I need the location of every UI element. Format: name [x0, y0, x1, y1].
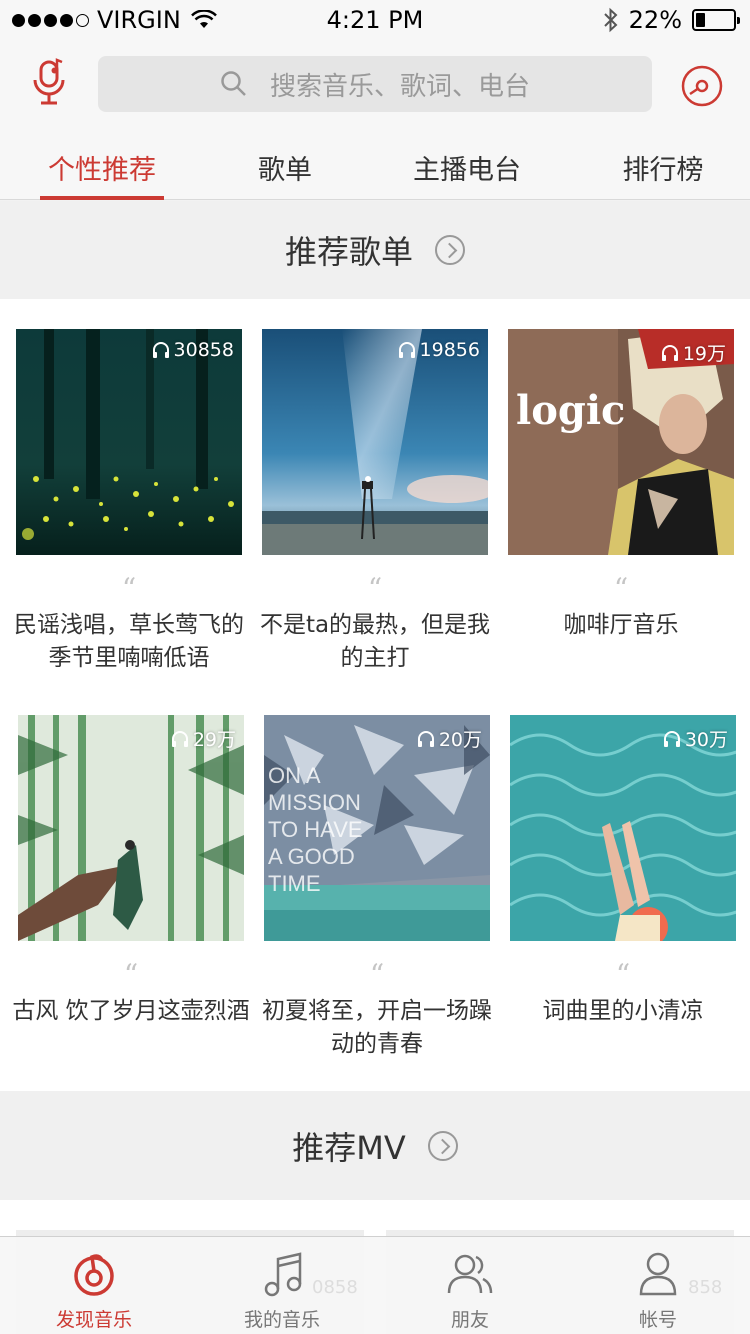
search-icon — [221, 71, 246, 96]
top-header: 搜索音乐、歌词、电台 — [0, 40, 750, 130]
playlist-cover: ON A MISSION TO HAVE A GOOD TIME 20万 — [264, 715, 490, 941]
battery-percent: 22% — [628, 6, 682, 34]
section-mv-header[interactable]: 推荐MV — [0, 1091, 750, 1200]
bluetooth-icon — [603, 7, 618, 33]
chevron-right-icon — [435, 235, 465, 265]
headphones-icon — [663, 730, 680, 747]
tab-label: 朋友 — [450, 1309, 489, 1331]
bottom-tab-bar: 0858 858 发现音乐 我的音乐 朋友 帐号 — [0, 1236, 750, 1334]
play-count-value: 19万 — [682, 343, 726, 365]
tab-label: 发现音乐 — [55, 1309, 132, 1331]
music-note-icon — [264, 1252, 302, 1297]
playlist-grid: 30858 “ 民谣浅唱，草长莺飞的季节里喃喃低语 19856 “ 不是ta的最… — [0, 299, 750, 1091]
playlist-title: 咖啡厅音乐 — [563, 612, 679, 638]
headphones-icon — [417, 730, 434, 747]
tab-anchor-radio[interactable]: 主播电台 — [400, 148, 534, 187]
play-count-value: 30万 — [684, 729, 728, 751]
tab-playlists[interactable]: 歌单 — [245, 148, 325, 187]
play-count: 19万 — [660, 339, 726, 366]
tab-charts[interactable]: 排行榜 — [612, 148, 714, 187]
battery-icon — [692, 9, 740, 31]
play-count-value: 20万 — [438, 729, 482, 751]
milky-way-image — [262, 329, 488, 555]
playlist-cover: 29万 — [18, 715, 244, 941]
play-count-value: 19856 — [419, 339, 480, 361]
play-count: 30858 — [151, 339, 234, 361]
play-count: 29万 — [170, 725, 236, 752]
friends-icon — [447, 1254, 493, 1294]
headphones-icon — [152, 342, 169, 358]
quote-mark: “ — [367, 572, 383, 605]
playlist-title: 古风 饮了岁月这壶烈酒 — [12, 998, 250, 1024]
now-playing-disc-icon[interactable] — [680, 64, 724, 108]
section-title: 推荐MV — [292, 1128, 406, 1167]
play-count: 20万 — [416, 725, 482, 752]
headphones-icon — [661, 344, 678, 361]
search-bar[interactable]: 搜索音乐、歌词、电台 — [98, 56, 652, 112]
tab-my-music[interactable]: 我的音乐 — [188, 1237, 376, 1334]
playlist-title: 民谣浅唱，草长莺飞的季节里喃喃低语 — [14, 612, 244, 671]
playlist-title: 初夏将至，开启一场躁动的青春 — [262, 998, 492, 1057]
playlist-cover: 30万 — [510, 715, 736, 941]
play-count: 30万 — [662, 725, 728, 752]
netease-logo-icon — [74, 1254, 114, 1296]
tab-discover-music[interactable]: 发现音乐 — [0, 1237, 188, 1334]
tab-personal-recommend[interactable]: 个性推荐 — [40, 148, 164, 187]
quote-mark: “ — [615, 958, 631, 991]
quote-mark: “ — [369, 958, 385, 991]
tab-label: 我的音乐 — [243, 1309, 320, 1331]
quote-mark: “ — [121, 572, 137, 605]
tab-friends[interactable]: 朋友 — [376, 1237, 564, 1334]
tab-account[interactable]: 帐号 — [564, 1237, 750, 1334]
playlist-cover: 19856 — [262, 329, 488, 555]
play-count-value: 29万 — [192, 729, 236, 751]
status-right: 22% — [603, 6, 740, 34]
headphones-icon — [398, 342, 415, 358]
mv-row — [0, 1200, 750, 1334]
voice-search-mic-icon[interactable] — [26, 56, 76, 112]
quote-mark: “ — [123, 958, 139, 991]
forest-fireflies-image — [16, 329, 242, 555]
section-playlists-header[interactable]: 推荐歌单 — [0, 201, 750, 299]
tab-label: 帐号 — [638, 1309, 677, 1331]
playlist-cover: logic 19万 — [508, 329, 734, 555]
section-title: 推荐歌单 — [284, 233, 413, 271]
play-count: 19856 — [397, 339, 480, 361]
status-bar: VIRGIN 4:21 PM 22% — [0, 0, 750, 40]
active-tab-indicator — [40, 196, 164, 200]
chevron-right-icon — [427, 1130, 458, 1161]
account-icon — [639, 1252, 677, 1296]
playlist-title: 不是ta的最热，但是我的主打 — [259, 612, 491, 671]
cover-text: logic — [516, 387, 625, 434]
play-count-value: 30858 — [173, 339, 234, 361]
quote-mark: “ — [613, 572, 629, 605]
top-tabs: 个性推荐 歌单 主播电台 排行榜 — [0, 130, 750, 200]
playlist-cover: 30858 — [16, 329, 242, 555]
search-placeholder: 搜索音乐、歌词、电台 — [269, 71, 530, 102]
playlist-title: 词曲里的小清凉 — [542, 998, 704, 1024]
headphones-icon — [171, 730, 188, 747]
